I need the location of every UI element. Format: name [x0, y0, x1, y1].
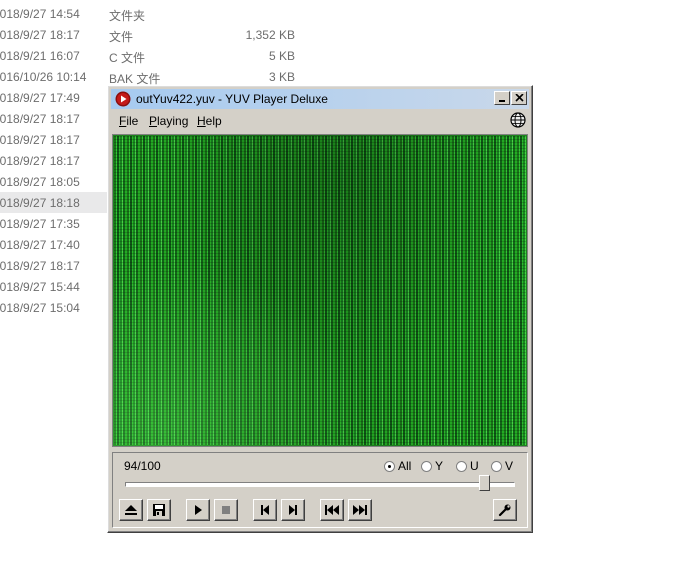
file-date: 2018/9/27 18:17	[0, 112, 80, 126]
file-date: 2018/9/27 18:17	[0, 133, 80, 147]
file-type: 文件夹	[109, 9, 146, 23]
radio-u-label: U	[470, 459, 479, 473]
file-row[interactable]: 2016/10/26 10:14 BAK 文件 3 KB	[0, 66, 689, 87]
frame-slider-track[interactable]	[125, 482, 515, 487]
file-row[interactable]: 2018/9/27 18:17 文件 1,352 KB	[0, 24, 689, 45]
settings-button[interactable]	[493, 499, 517, 521]
step-forward-icon	[289, 505, 297, 515]
file-size: 1,352 KB	[245, 28, 295, 42]
video-shading	[113, 135, 527, 446]
channel-radio-group: All Y U V	[384, 459, 519, 473]
file-date: 2018/9/27 18:17	[0, 154, 80, 168]
frame-counter: 94/100	[124, 459, 161, 473]
minimize-icon	[499, 100, 505, 102]
file-date: 2016/10/26 10:14	[0, 70, 87, 84]
radio-v[interactable]: V	[491, 459, 513, 473]
menu-help[interactable]: Help	[197, 114, 222, 128]
window-title: outYuv422.yuv - YUV Player Deluxe	[136, 92, 328, 106]
file-date: 2018/9/27 14:54	[0, 7, 80, 21]
menu-bar: File Playing Help	[111, 110, 529, 130]
app-play-icon	[115, 91, 131, 107]
eject-button[interactable]	[119, 499, 143, 521]
control-panel: 94/100 All Y U V	[112, 452, 528, 528]
radio-all-label: All	[398, 459, 412, 473]
radio-y-circle[interactable]	[421, 460, 432, 472]
step-back-button[interactable]	[253, 499, 277, 521]
radio-v-label: V	[505, 459, 514, 473]
step-forward-button[interactable]	[281, 499, 305, 521]
file-size: 3 KB	[268, 70, 295, 84]
file-row-selected[interactable]: 2018/9/27 18:18	[0, 192, 110, 213]
step-back-icon	[261, 505, 269, 515]
radio-u[interactable]: U	[456, 459, 479, 473]
radio-all[interactable]: All	[384, 459, 411, 473]
title-bar[interactable]: outYuv422.yuv - YUV Player Deluxe	[111, 89, 529, 109]
stop-button[interactable]	[214, 499, 238, 521]
file-date: 2018/9/27 15:44	[0, 280, 80, 294]
radio-u-circle[interactable]	[456, 460, 467, 472]
play-icon	[195, 505, 202, 515]
file-date: 2018/9/27 17:40	[0, 238, 80, 252]
file-date: 2018/9/27 17:35	[0, 217, 80, 231]
file-date: 2018/9/27 15:04	[0, 301, 80, 315]
file-date: 2018/9/27 18:05	[0, 175, 80, 189]
menu-help-label: elp	[205, 114, 222, 128]
menu-playing-accel: P	[149, 114, 158, 128]
yuv-player-window: outYuv422.yuv - YUV Player Deluxe File P…	[107, 85, 533, 533]
file-date: 2018/9/27 18:18	[0, 196, 80, 210]
menu-playing[interactable]: Playing	[149, 114, 188, 128]
skip-forward-button[interactable]	[348, 499, 372, 521]
close-button[interactable]	[511, 91, 527, 105]
save-icon	[153, 504, 165, 516]
radio-y-label: Y	[435, 459, 444, 473]
radio-all-circle[interactable]	[384, 460, 395, 472]
eject-icon	[125, 505, 137, 515]
file-date: 2018/9/21 16:07	[0, 49, 80, 63]
skip-back-icon	[325, 505, 339, 515]
menu-help-accel: H	[197, 114, 206, 128]
radio-y[interactable]: Y	[421, 459, 443, 473]
close-icon	[514, 94, 524, 102]
stop-icon	[222, 506, 230, 514]
file-size: 5 KB	[268, 49, 295, 63]
file-date: 2018/9/27 18:17	[0, 259, 80, 273]
frame-slider-thumb[interactable]	[479, 475, 490, 491]
globe-icon[interactable]	[509, 111, 527, 129]
skip-forward-icon	[353, 505, 367, 515]
play-button[interactable]	[186, 499, 210, 521]
menu-playing-label: laying	[157, 114, 189, 128]
radio-v-circle[interactable]	[491, 460, 502, 472]
skip-back-button[interactable]	[320, 499, 344, 521]
menu-file-label: ile	[126, 114, 139, 128]
video-display[interactable]	[112, 134, 528, 447]
file-type: C 文件	[109, 51, 146, 65]
file-date: 2018/9/27 17:49	[0, 91, 80, 105]
file-row[interactable]: 2018/9/21 16:07 C 文件 5 KB	[0, 45, 689, 66]
file-type: 文件	[109, 30, 134, 44]
save-button[interactable]	[147, 499, 171, 521]
menu-file[interactable]: File	[119, 114, 138, 128]
file-row[interactable]: 2018/9/27 14:54 文件夹	[0, 3, 689, 24]
file-date: 2018/9/27 18:17	[0, 28, 80, 42]
minimize-button[interactable]	[494, 91, 510, 105]
wrench-icon	[498, 504, 511, 517]
